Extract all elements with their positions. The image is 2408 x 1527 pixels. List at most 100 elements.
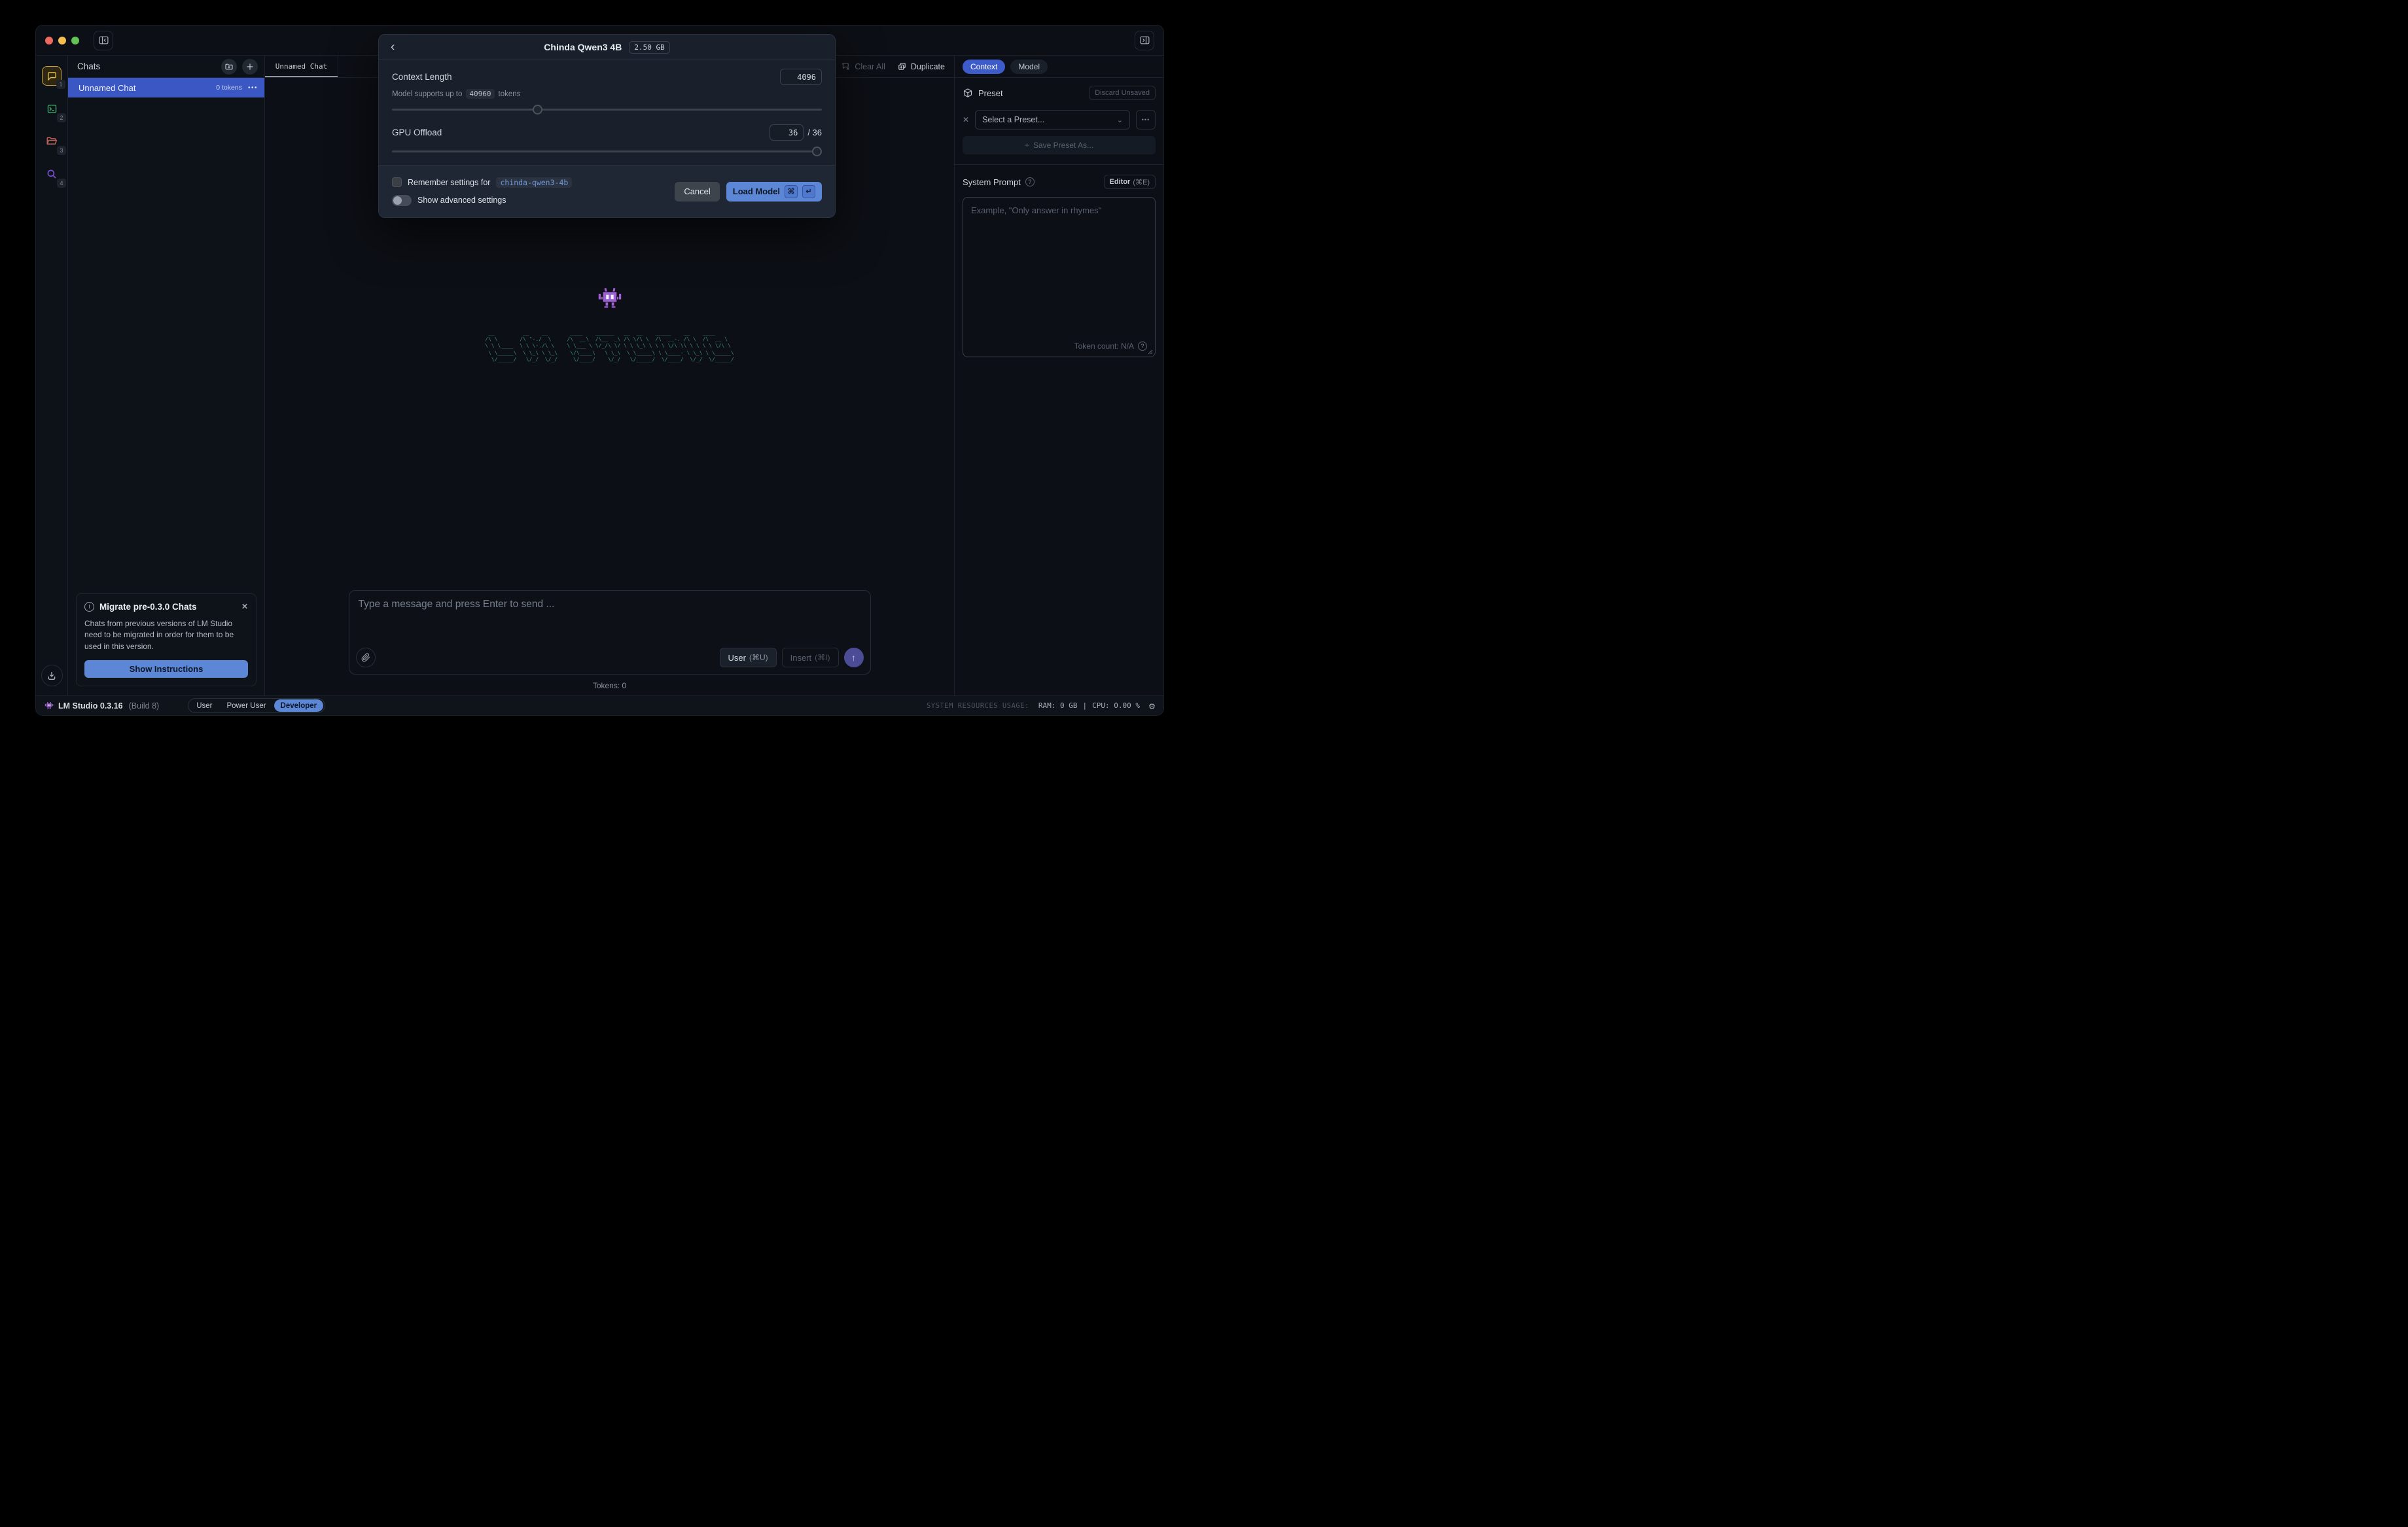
chat-options-button[interactable]: ••• (248, 84, 258, 92)
chat-toolbar: e Clear All (824, 56, 954, 77)
nav-discover-button[interactable]: 4 (42, 164, 62, 184)
insert-button[interactable]: Insert (⌘I) (782, 648, 839, 667)
downloads-button[interactable] (41, 665, 63, 686)
app-version: LM Studio 0.3.16 (58, 701, 123, 711)
duplicate-icon (897, 61, 907, 71)
context-length-slider[interactable] (392, 105, 822, 114)
mode-user[interactable]: User (190, 699, 219, 712)
chevron-down-icon: ⌄ (1117, 116, 1123, 124)
load-model-button[interactable]: Load Model ⌘ ↵ (726, 182, 822, 202)
editor-button[interactable]: Editor (⌘E) (1104, 175, 1156, 189)
slider-thumb[interactable] (533, 105, 542, 114)
preset-section: Preset Discard Unsaved ✕ Select a Preset… (963, 86, 1156, 154)
ram-usage: RAM: 0 GB (1038, 701, 1078, 710)
panel-left-icon (98, 35, 109, 46)
preset-more-button[interactable]: ••• (1136, 110, 1156, 130)
slider-thumb[interactable] (812, 147, 822, 156)
context-support-suffix: tokens (499, 90, 521, 98)
right-panel-tabs: Context Model (955, 56, 1163, 78)
tab-unnamed-chat[interactable]: Unnamed Chat (265, 56, 338, 77)
editor-label: Editor (1110, 178, 1131, 186)
cancel-button[interactable]: Cancel (675, 182, 719, 202)
toggle-right-sidebar-button[interactable] (1135, 31, 1154, 50)
model-load-settings-dialog: ‹ Chinda Qwen3 4B 2.50 GB Context Length… (378, 34, 836, 218)
insert-shortcut: (⌘I) (815, 653, 830, 662)
gpu-offload-input[interactable]: 36 (770, 124, 804, 141)
chats-panel: Chats (68, 56, 265, 695)
close-window-button[interactable] (45, 37, 53, 44)
remember-settings-label: Remember settings for (408, 178, 490, 187)
attach-file-button[interactable] (356, 648, 376, 667)
clear-preset-button[interactable]: ✕ (963, 115, 969, 124)
cmd-key-icon: ⌘ (785, 185, 798, 198)
preset-title: Preset (978, 88, 1003, 98)
show-advanced-settings-toggle[interactable] (392, 195, 412, 206)
new-folder-button[interactable] (221, 59, 237, 75)
model-identifier-chip: chinda-qwen3-4b (496, 177, 572, 188)
discard-unsaved-button[interactable]: Discard Unsaved (1089, 86, 1156, 100)
info-icon: i (84, 602, 94, 612)
system-prompt-title: System Prompt (963, 177, 1021, 187)
close-icon[interactable]: ✕ (241, 602, 248, 611)
minimize-window-button[interactable] (58, 37, 66, 44)
send-message-button[interactable]: ↑ (844, 648, 864, 667)
context-length-input[interactable]: 4096 (780, 69, 822, 85)
app-build: (Build 8) (129, 701, 160, 711)
token-counter: Tokens: 0 (593, 681, 626, 690)
help-icon[interactable]: ? (1138, 342, 1147, 351)
shortcut-badge: 4 (57, 179, 66, 188)
gpu-offload-slider[interactable] (392, 147, 822, 156)
lm-studio-ascii-wordmark: __ __ __ ____ ______ __ __ _____ __ ____… (485, 330, 734, 363)
toggle-knob (393, 196, 402, 205)
message-input[interactable]: Type a message and press Enter to send .… (359, 599, 555, 610)
editor-shortcut: (⌘E) (1133, 178, 1150, 186)
nav-developer-button[interactable]: 2 (42, 99, 62, 118)
toggle-left-sidebar-button[interactable] (94, 31, 113, 50)
duplicate-button[interactable]: Duplicate (897, 61, 945, 71)
help-icon[interactable]: ? (1025, 177, 1035, 186)
chat-list-item[interactable]: Unnamed Chat 0 tokens ••• (68, 78, 264, 97)
clear-all-label: Clear All (855, 62, 885, 71)
model-name: Chinda Qwen3 4B (544, 42, 622, 52)
chat-bubble-icon (46, 71, 58, 82)
dialog-header: ‹ Chinda Qwen3 4B 2.50 GB (379, 35, 835, 60)
cpu-usage: CPU: 0.00 % (1092, 701, 1140, 710)
system-prompt-placeholder: Example, "Only answer in rhymes" (971, 205, 1147, 215)
gpu-offload-label: GPU Offload (392, 128, 442, 137)
token-count-label: Token count: N/A (1074, 342, 1134, 351)
save-preset-label: Save Preset As... (1033, 141, 1093, 150)
clear-all-button[interactable]: Clear All (841, 61, 885, 71)
resize-handle-icon[interactable] (1147, 349, 1153, 355)
arrow-up-icon: ↑ (851, 652, 856, 663)
gear-icon[interactable]: ⚙ (1149, 700, 1155, 712)
zoom-window-button[interactable] (71, 37, 79, 44)
package-icon (963, 88, 973, 98)
system-prompt-input[interactable]: Example, "Only answer in rhymes" Token c… (963, 197, 1156, 357)
user-role-button[interactable]: User (⌘U) (720, 648, 777, 667)
remember-settings-checkbox[interactable] (392, 177, 402, 187)
show-advanced-settings-label: Show advanced settings (417, 196, 506, 205)
save-preset-button[interactable]: + Save Preset As... (963, 136, 1156, 154)
lm-studio-window: 1 2 3 (36, 26, 1163, 715)
separator: | (1082, 701, 1087, 710)
load-model-label: Load Model (733, 186, 780, 196)
user-role-shortcut: (⌘U) (749, 653, 768, 662)
tab-model[interactable]: Model (1010, 60, 1048, 74)
tab-context[interactable]: Context (963, 60, 1005, 74)
show-instructions-button[interactable]: Show Instructions (84, 660, 248, 678)
context-length-label: Context Length (392, 72, 452, 82)
paperclip-icon (361, 653, 370, 662)
insert-label: Insert (790, 653, 812, 663)
migrate-card-title: Migrate pre-0.3.0 Chats (99, 602, 197, 612)
panel-right-icon (1139, 35, 1150, 46)
mode-developer[interactable]: Developer (274, 699, 324, 712)
back-chevron-icon[interactable]: ‹ (391, 41, 395, 54)
system-prompt-section: System Prompt ? Editor (⌘E) Example, "On… (963, 175, 1156, 357)
context-support-prefix: Model supports up to (392, 90, 462, 98)
preset-select[interactable]: Select a Preset... ⌄ (975, 110, 1130, 130)
lm-studio-mascot-icon (597, 288, 623, 310)
new-chat-button[interactable] (242, 59, 258, 75)
nav-my-models-button[interactable]: 3 (42, 132, 62, 151)
mode-power-user[interactable]: Power User (220, 699, 272, 712)
nav-chat-button[interactable]: 1 (42, 66, 62, 86)
